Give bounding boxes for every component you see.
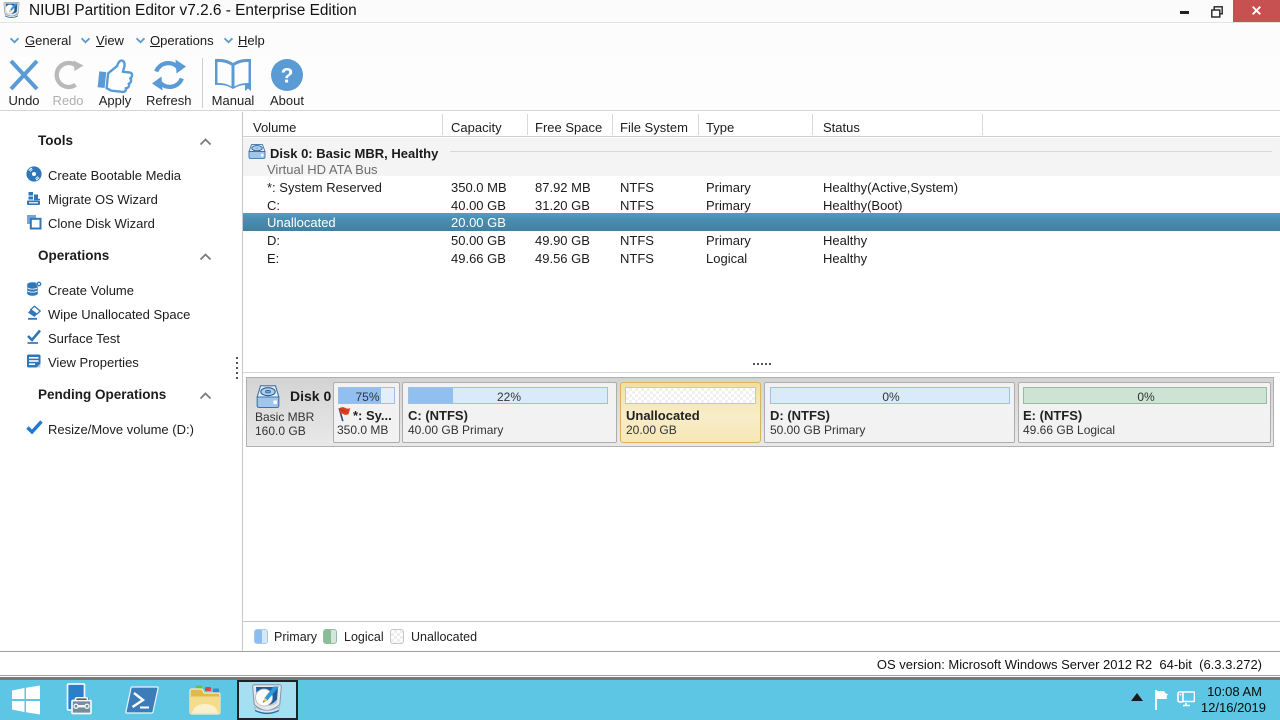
- svg-text:?: ?: [281, 65, 294, 88]
